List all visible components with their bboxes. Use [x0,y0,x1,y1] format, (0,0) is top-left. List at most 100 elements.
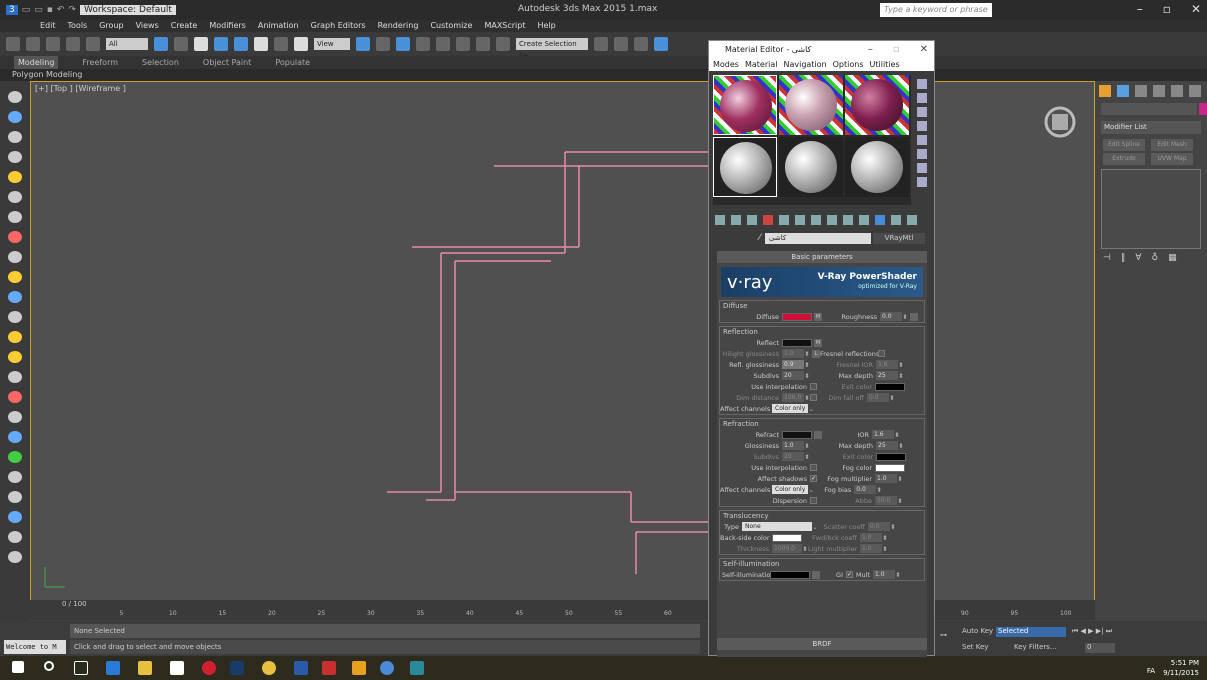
left-tool-icon[interactable] [8,291,22,303]
left-tool-icon[interactable] [8,471,22,483]
spinner-arrows-icon[interactable]: ⬍ [898,442,904,450]
translucency-type-dropdown[interactable]: None [742,522,812,531]
use-interp-checkbox[interactable] [810,464,817,471]
me-menu-modes[interactable]: Modes [713,59,739,71]
uvw-map-button[interactable]: UVW Map [1151,153,1193,165]
menu-views[interactable]: Views [136,20,159,32]
menu-help[interactable]: Help [538,20,556,32]
roughness-map-button[interactable] [910,312,918,321]
layer-icon[interactable] [634,37,648,51]
material-name-field[interactable]: کاشی [765,233,871,244]
chrome-icon[interactable] [262,661,276,675]
diffuse-color-swatch[interactable] [782,312,812,321]
refl-gloss-spinner[interactable]: 0.9 [782,360,804,369]
file-explorer-icon[interactable] [138,661,152,675]
reset-map-icon[interactable] [763,215,773,225]
hierarchy-tab-icon[interactable] [1135,85,1147,97]
select-object-icon[interactable] [154,37,168,51]
percent-snap-icon[interactable] [456,37,470,51]
affect-channels-dropdown[interactable]: Color only [772,404,809,413]
make-copy-icon[interactable] [779,215,789,225]
selection-filter-dropdown[interactable]: All [106,38,148,50]
edit-mesh-button[interactable]: Edit Mesh [1151,139,1193,151]
refract-color-swatch[interactable] [782,430,812,439]
pin-stack-icon[interactable]: ⊣ [1103,253,1111,263]
set-key-button[interactable]: Set Key [962,643,988,651]
fresnel-ior-spinner[interactable]: 1.6 [876,360,898,369]
show-end-result-icon[interactable]: ‖ [1121,253,1126,263]
select-by-name-icon[interactable] [174,37,188,51]
manipulate-icon[interactable] [376,37,390,51]
abbe-spinner[interactable]: 50.0 [875,496,897,505]
spinner-arrows-icon[interactable]: ⬍ [894,431,900,439]
configure-sets-icon[interactable]: ▦ [1168,253,1177,263]
mult-spinner[interactable]: 1.0 [873,570,895,579]
left-tool-icon[interactable] [8,91,22,103]
create-tab-icon[interactable] [1099,85,1111,97]
edit-named-selection-icon[interactable] [496,37,510,51]
sample-type-icon[interactable] [917,79,927,89]
use-interp-checkbox[interactable] [810,383,817,390]
ribbon-tab-selection[interactable]: Selection [142,56,179,69]
unlink-icon[interactable] [66,37,80,51]
spinner-arrows-icon[interactable]: ⬍ [902,313,908,321]
reflect-map-button[interactable]: M [814,338,822,347]
mirror-icon[interactable] [594,37,608,51]
menu-rendering[interactable]: Rendering [378,20,419,32]
spinner-arrows-icon[interactable]: ⬍ [897,475,903,483]
spinner-arrows-icon[interactable]: ⬍ [882,534,888,542]
redo-icon[interactable] [26,37,40,51]
go-to-parent-icon[interactable] [875,215,885,225]
photoshop-icon[interactable] [230,661,244,675]
utilities-tab-icon[interactable] [1189,85,1201,97]
maximize-icon[interactable]: ▫ [1163,2,1171,16]
select-by-material-icon[interactable] [917,177,927,187]
object-name-field[interactable] [1101,103,1197,115]
show-end-result-icon[interactable] [859,215,869,225]
left-tool-icon[interactable] [8,251,22,263]
command-panel-tabs[interactable] [1099,85,1201,97]
ribbon-tab-modeling[interactable]: Modeling [14,56,59,69]
language-indicator[interactable]: FA [1147,666,1155,676]
workspace-dropdown[interactable]: Workspace: Default [79,5,176,15]
left-tool-icon[interactable] [8,511,22,523]
exit-color-swatch[interactable] [876,452,906,461]
extrude-button[interactable]: Extrude [1103,153,1145,165]
menu-graph-editors[interactable]: Graph Editors [311,20,366,32]
task-view-icon[interactable] [74,661,88,675]
edge-icon[interactable] [106,661,120,675]
thickness-spinner[interactable]: 1000.0 [772,544,802,553]
material-editor-icon[interactable] [654,37,668,51]
named-selection-dropdown[interactable]: Create Selection Se [516,38,588,60]
scatter-spinner[interactable]: 0.0 [868,522,890,531]
left-tool-icon[interactable] [8,131,22,143]
menu-group[interactable]: Group [99,20,123,32]
opera-icon[interactable] [202,661,216,675]
menu-edit[interactable]: Edit [40,20,56,32]
go-forward-icon[interactable] [891,215,901,225]
ior-spinner[interactable]: 1.6 [872,430,894,439]
timeline[interactable]: 0 / 100 51015202530354045505560657075808… [30,600,1095,620]
left-tool-icon[interactable] [8,351,22,363]
max-logo-icon[interactable]: 3 [6,5,18,15]
fog-color-swatch[interactable] [875,463,905,472]
material-id-icon[interactable] [827,215,837,225]
key-icon[interactable]: ⊶ [940,631,947,639]
left-tool-icon[interactable] [8,171,22,183]
sample-slot[interactable] [713,75,777,135]
key-filters-button[interactable]: Key Filters... [1014,643,1057,651]
diffuse-map-button[interactable]: M [814,312,822,321]
options-icon[interactable] [917,163,927,173]
edit-spline-button[interactable]: Edit Spline [1103,139,1145,151]
dim-falloff-spinner[interactable]: 0.0 [867,393,889,402]
me-menu-options[interactable]: Options [833,59,864,71]
eyedropper-icon[interactable]: ⁄ [759,233,761,243]
left-tool-icon[interactable] [8,431,22,443]
reference-coordinate-dropdown[interactable]: View [314,38,350,50]
spinner-arrows-icon[interactable]: ⬍ [898,361,904,369]
make-unique-icon[interactable] [795,215,805,225]
redo-icon[interactable]: ↷ [68,5,76,15]
left-tool-icon[interactable] [8,191,22,203]
brdf-rollout-header[interactable]: BRDF [717,638,927,650]
modify-tab-icon[interactable] [1117,85,1129,97]
